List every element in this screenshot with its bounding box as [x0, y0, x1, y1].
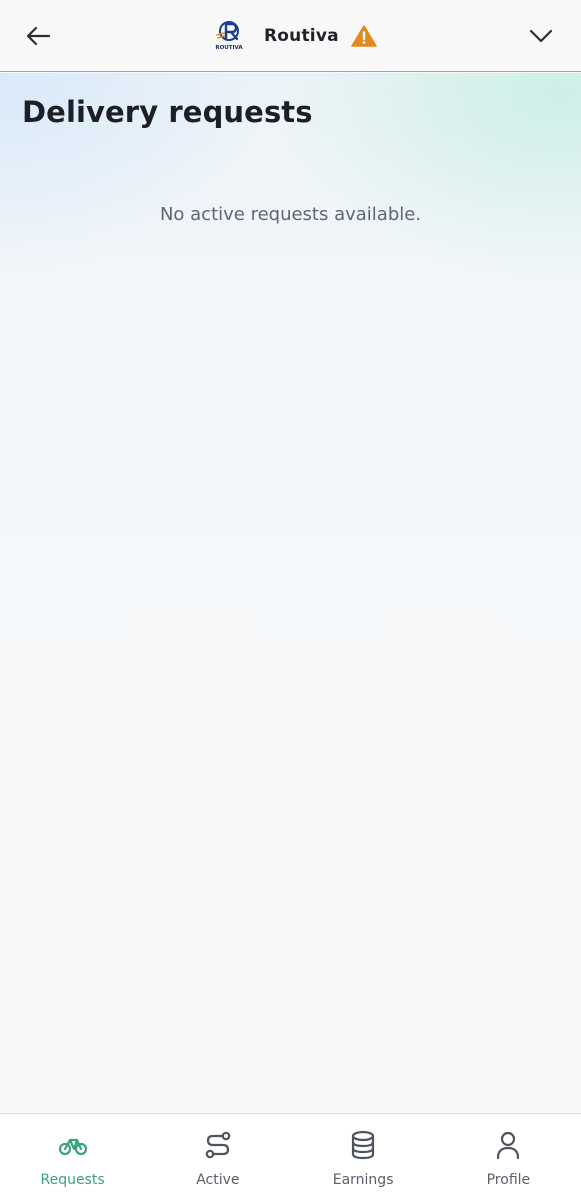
empty-state-message: No active requests available.	[159, 204, 422, 225]
chevron-down-icon	[529, 29, 553, 43]
main-content: Delivery requests No active requests ava…	[0, 73, 581, 1113]
user-icon	[493, 1130, 523, 1160]
menu-toggle-button[interactable]	[521, 16, 561, 56]
brand-name: Routiva	[264, 26, 339, 46]
brand: ROUTIVA Routiva	[212, 14, 377, 58]
nav-item-requests[interactable]: Requests	[0, 1114, 145, 1199]
nav-label-profile: Profile	[486, 1172, 531, 1188]
bottom-navigation: Requests Active Earnings Profile	[0, 1113, 581, 1199]
page-title: Delivery requests	[22, 95, 313, 129]
back-button[interactable]	[18, 16, 58, 56]
route-icon	[203, 1130, 233, 1160]
nav-label-active: Active	[196, 1172, 240, 1188]
arrow-left-icon	[26, 26, 51, 46]
svg-text:ROUTIVA: ROUTIVA	[215, 45, 243, 51]
database-icon	[348, 1130, 378, 1160]
nav-item-earnings[interactable]: Earnings	[291, 1114, 436, 1199]
nav-item-profile[interactable]: Profile	[436, 1114, 581, 1199]
nav-label-requests: Requests	[40, 1172, 105, 1188]
warning-icon[interactable]	[351, 24, 377, 48]
bicycle-icon	[58, 1130, 88, 1160]
top-app-bar: ROUTIVA Routiva	[0, 0, 581, 72]
nav-item-active[interactable]: Active	[145, 1114, 290, 1199]
routiva-logo: ROUTIVA	[212, 19, 246, 53]
nav-label-earnings: Earnings	[332, 1172, 394, 1188]
